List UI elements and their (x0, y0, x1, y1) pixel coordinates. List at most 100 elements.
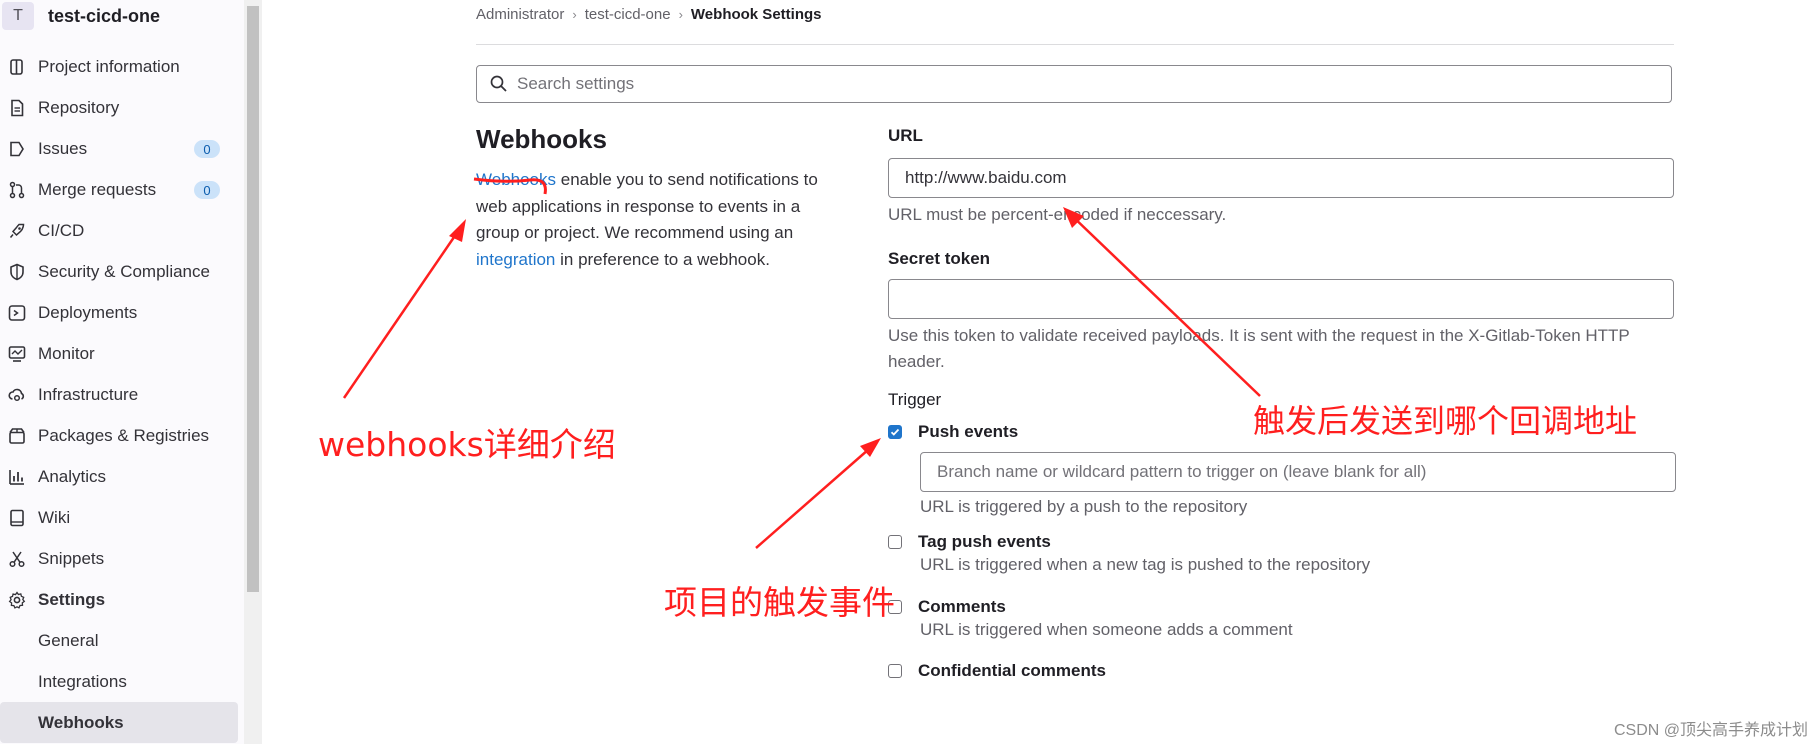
intro-arrowhead (449, 219, 466, 242)
sidebar-item-label: Merge requests (38, 179, 157, 199)
breadcrumb-item-administrator[interactable]: Administrator (476, 6, 564, 23)
header-divider (476, 44, 1674, 45)
gear-icon (7, 590, 27, 610)
branch-filter-input[interactable] (935, 460, 1661, 483)
sidebar-item-label: Project information (38, 56, 180, 76)
confidential-comments-checkbox[interactable] (888, 664, 902, 678)
sidebar-item-snippets[interactable]: Snippets (0, 538, 244, 579)
url-help-text: URL must be percent-encoded if neccessar… (888, 205, 1227, 224)
chevron-right-icon: › (678, 7, 683, 22)
sidebar-item-label: Settings (38, 589, 106, 609)
sidebar-item-analytics[interactable]: Analytics (0, 456, 244, 497)
url-input[interactable] (903, 167, 1659, 189)
sidebar-item-label: Packages & Registries (38, 425, 210, 445)
sidebar-item-general[interactable]: General (0, 620, 244, 661)
scissors-icon (7, 549, 27, 569)
sidebar-item-integrations[interactable]: Integrations (0, 661, 244, 702)
section-description: Webhooks enable you to send notification… (476, 167, 846, 273)
sidebar-item-wiki[interactable]: Wiki (0, 497, 244, 538)
push-events-help: URL is triggered by a push to the reposi… (920, 496, 1248, 516)
confidential-comments-label[interactable]: Confidential comments (918, 661, 1106, 681)
trigger-arrow (755, 441, 878, 549)
sidebar-item-issues[interactable]: Issues 0 (0, 128, 244, 169)
sidebar-item-project-information[interactable]: Project information (0, 46, 244, 87)
sidebar-item-label: Infrastructure (38, 384, 139, 404)
secret-token-field[interactable] (888, 278, 1674, 319)
sidebar-item-webhooks[interactable]: Webhooks (0, 702, 238, 743)
check-icon (890, 428, 900, 436)
sidebar-item-infrastructure[interactable]: Infrastructure (0, 374, 244, 415)
search-settings-box[interactable] (476, 65, 1672, 103)
shield-icon (7, 262, 27, 282)
monitor-icon (7, 344, 27, 364)
tag-push-events-label[interactable]: Tag push events (918, 532, 1051, 552)
watermark: CSDN @顶尖高手养成计划 (1613, 722, 1808, 739)
description-text-end: in preference to a webhook. (555, 249, 770, 269)
sidebar-item-label: General (38, 630, 99, 650)
sidebar-scrollbar-thumb[interactable] (247, 6, 259, 592)
sidebar-item-label: Integrations (38, 671, 127, 691)
webhooks-doc-link[interactable]: Webhooks (476, 170, 556, 189)
push-events-label[interactable]: Push events (918, 422, 1018, 442)
secret-token-label: Secret token (888, 248, 991, 268)
sidebar-item-ci-cd[interactable]: CI/CD (0, 210, 244, 251)
sidebar-item-label: Deployments (38, 302, 138, 322)
intro-arrow (342, 223, 465, 399)
sidebar-item-label: Analytics (38, 466, 107, 486)
breadcrumb-item-current[interactable]: Webhook Settings (691, 6, 822, 23)
breadcrumb-item-project[interactable]: test-cicd-one (585, 6, 671, 23)
trigger-tag-push-events[interactable]: Tag push events (888, 532, 1674, 552)
trigger-arrowhead (860, 438, 881, 457)
comments-help: URL is triggered when someone adds a com… (920, 619, 1293, 639)
annotation-callback-address: 触发后发送到哪个回调地址 (1253, 402, 1638, 440)
project-info-icon (7, 57, 27, 77)
sidebar-item-monitor[interactable]: Monitor (0, 333, 244, 374)
search-input[interactable] (515, 73, 1619, 95)
sidebar-item-label: Snippets (38, 548, 105, 568)
sidebar-item-deployments[interactable]: Deployments (0, 292, 244, 333)
project-name[interactable]: test-cicd-one (48, 6, 160, 27)
merge-requests-icon (7, 180, 27, 200)
branch-filter-field[interactable] (920, 451, 1676, 492)
comments-label[interactable]: Comments (918, 597, 1006, 617)
sidebar: T test-cicd-one Project information Repo… (0, 0, 245, 744)
annotation-trigger-events: 项目的触发事件 (664, 583, 895, 622)
url-label: URL (888, 126, 923, 145)
tag-push-events-help: URL is triggered when a new tag is pushe… (920, 555, 1371, 574)
tag-push-events-checkbox[interactable] (888, 535, 902, 549)
sidebar-nav: Project information Repository Issues 0 … (0, 46, 244, 743)
push-events-checkbox[interactable] (888, 424, 902, 439)
issues-count-badge: 0 (194, 140, 220, 158)
webhooks-intro: Webhooks Webhooks enable you to send not… (476, 124, 846, 273)
sidebar-item-repository[interactable]: Repository (0, 87, 244, 128)
book-icon (7, 508, 27, 528)
sidebar-item-merge-requests[interactable]: Merge requests 0 (0, 169, 244, 210)
sidebar-item-label: CI/CD (38, 220, 85, 240)
sidebar-item-label: Wiki (38, 507, 71, 527)
breadcrumb: Administrator › test-cicd-one › Webhook … (476, 6, 821, 23)
annotation-webhooks-intro: webhooks详细介绍 (318, 425, 616, 464)
package-icon (7, 426, 27, 446)
sidebar-item-label: Monitor (38, 343, 95, 363)
url-field[interactable] (888, 158, 1674, 198)
deployments-icon (7, 303, 27, 323)
sidebar-item-security-compliance[interactable]: Security & Compliance (0, 251, 244, 292)
search-icon (490, 75, 507, 92)
merge-requests-count-badge: 0 (194, 181, 220, 199)
section-title: Webhooks (476, 124, 607, 154)
chart-icon (7, 467, 27, 487)
integration-link[interactable]: integration (476, 250, 555, 269)
sidebar-item-label: Repository (38, 97, 120, 117)
chevron-right-icon: › (572, 7, 577, 22)
sidebar-scrollbar[interactable] (244, 0, 262, 744)
rocket-icon (7, 221, 27, 241)
trigger-confidential-comments[interactable]: Confidential comments (888, 661, 1674, 681)
sidebar-item-settings[interactable]: Settings (0, 579, 244, 620)
trigger-comments[interactable]: Comments (888, 597, 1674, 617)
sidebar-item-packages-registries[interactable]: Packages & Registries (0, 415, 244, 456)
sidebar-item-label: Webhooks (38, 712, 124, 732)
secret-token-input[interactable] (903, 287, 1659, 310)
project-header[interactable]: T test-cicd-one (0, 0, 244, 34)
sidebar-item-label: Security & Compliance (38, 261, 210, 281)
sidebar-item-label: Issues (38, 138, 88, 158)
